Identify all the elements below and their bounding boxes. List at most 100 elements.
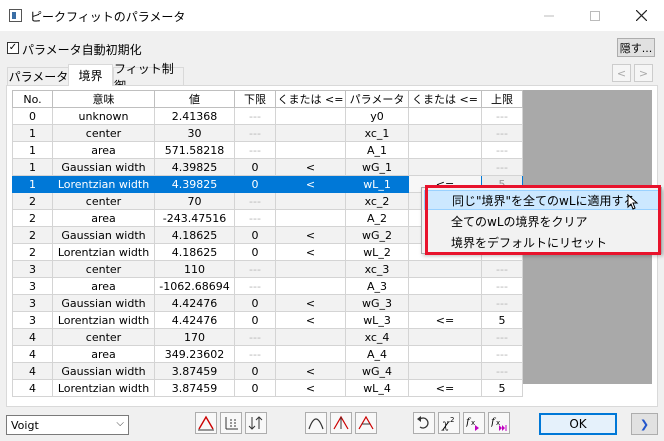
lower-bound-cell[interactable]: 0 bbox=[234, 226, 276, 244]
value-cell[interactable]: 349.23602 bbox=[154, 345, 235, 363]
lower-bound-cell[interactable]: --- bbox=[234, 209, 276, 227]
upper-operator-cell[interactable] bbox=[408, 328, 482, 346]
table-row[interactable]: 4 Gaussian width 3.87459 0 < wG_4 --- bbox=[12, 362, 523, 380]
meaning-cell[interactable]: Lorentzian width bbox=[52, 243, 155, 261]
upper-operator-cell[interactable] bbox=[408, 345, 482, 363]
parameter-cell[interactable]: A_3 bbox=[345, 277, 409, 295]
table-row[interactable]: 0 unknown 2.41368 --- y0 --- bbox=[12, 107, 523, 125]
tab-parameters[interactable]: パラメータ bbox=[7, 67, 70, 85]
lower-operator-cell[interactable] bbox=[275, 260, 346, 278]
value-cell[interactable]: -243.47516 bbox=[154, 209, 235, 227]
upper-bound-cell[interactable]: --- bbox=[481, 294, 523, 312]
meaning-cell[interactable]: center bbox=[52, 192, 155, 210]
row-no-cell[interactable]: 2 bbox=[12, 226, 53, 244]
row-no-cell[interactable]: 0 bbox=[12, 107, 53, 125]
value-cell[interactable]: 4.39825 bbox=[154, 175, 235, 193]
upper-operator-cell[interactable] bbox=[408, 158, 482, 176]
row-no-cell[interactable]: 3 bbox=[12, 294, 53, 312]
lower-operator-cell[interactable] bbox=[275, 209, 346, 227]
lower-bound-cell[interactable]: 0 bbox=[234, 294, 276, 312]
value-cell[interactable]: 3.87459 bbox=[154, 379, 235, 397]
upper-operator-cell[interactable]: <= bbox=[408, 311, 482, 329]
upper-operator-cell[interactable] bbox=[408, 107, 482, 125]
lower-operator-cell[interactable]: < bbox=[275, 294, 346, 312]
value-cell[interactable]: 110 bbox=[154, 260, 235, 278]
parameter-cell[interactable]: A_2 bbox=[345, 209, 409, 227]
parameter-cell[interactable]: xc_2 bbox=[345, 192, 409, 210]
lower-bound-cell[interactable]: --- bbox=[234, 124, 276, 142]
meaning-cell[interactable]: Lorentzian width bbox=[52, 311, 155, 329]
lower-operator-cell[interactable]: < bbox=[275, 175, 346, 193]
upper-operator-cell[interactable] bbox=[408, 141, 482, 159]
upper-bound-cell[interactable]: --- bbox=[481, 345, 523, 363]
value-cell[interactable]: 4.18625 bbox=[154, 226, 235, 244]
parameter-cell[interactable]: A_4 bbox=[345, 345, 409, 363]
table-row[interactable]: 3 Lorentzian width 4.42476 0 < wL_3 <= 5 bbox=[12, 311, 523, 329]
close-button[interactable] bbox=[618, 0, 664, 31]
lower-operator-cell[interactable]: < bbox=[275, 379, 346, 397]
chi-square-button[interactable]: χ2 bbox=[438, 412, 460, 434]
value-cell[interactable]: 70 bbox=[154, 192, 235, 210]
maximize-button[interactable] bbox=[572, 0, 618, 31]
table-row[interactable]: 3 center 110 --- xc_3 --- bbox=[12, 260, 523, 278]
upper-bound-cell[interactable]: --- bbox=[481, 158, 523, 176]
row-no-cell[interactable]: 3 bbox=[12, 260, 53, 278]
baseline-button[interactable] bbox=[220, 412, 242, 434]
value-cell[interactable]: 30 bbox=[154, 124, 235, 142]
peak-shape-button-3[interactable] bbox=[355, 412, 377, 434]
upper-operator-cell[interactable]: <= bbox=[408, 379, 482, 397]
peak-shape-button-1[interactable] bbox=[305, 412, 327, 434]
meaning-cell[interactable]: area bbox=[52, 345, 155, 363]
profile-select[interactable]: Voigt ⌵ bbox=[6, 415, 129, 435]
parameter-cell[interactable]: wG_4 bbox=[345, 362, 409, 380]
row-no-cell[interactable]: 4 bbox=[12, 345, 53, 363]
meaning-cell[interactable]: center bbox=[52, 260, 155, 278]
row-no-cell[interactable]: 1 bbox=[12, 124, 53, 142]
meaning-cell[interactable]: area bbox=[52, 141, 155, 159]
lower-bound-cell[interactable]: --- bbox=[234, 192, 276, 210]
upper-bound-cell[interactable]: 5 bbox=[481, 379, 523, 397]
row-no-cell[interactable]: 3 bbox=[12, 277, 53, 295]
parameter-cell[interactable]: wL_4 bbox=[345, 379, 409, 397]
lower-bound-cell[interactable]: --- bbox=[234, 107, 276, 125]
meaning-cell[interactable]: Gaussian width bbox=[52, 226, 155, 244]
row-no-cell[interactable]: 2 bbox=[12, 209, 53, 227]
tab-next-button[interactable]: > bbox=[634, 64, 653, 82]
table-row[interactable]: 1 center 30 --- xc_1 --- bbox=[12, 124, 523, 142]
table-row[interactable]: 1 Gaussian width 4.39825 0 < wG_1 --- bbox=[12, 158, 523, 176]
parameter-cell[interactable]: wG_3 bbox=[345, 294, 409, 312]
row-no-cell[interactable]: 4 bbox=[12, 328, 53, 346]
row-no-cell[interactable]: 2 bbox=[12, 192, 53, 210]
lower-operator-cell[interactable] bbox=[275, 328, 346, 346]
upper-operator-cell[interactable] bbox=[408, 260, 482, 278]
table-row[interactable]: 4 area 349.23602 --- A_4 --- bbox=[12, 345, 523, 363]
meaning-cell[interactable]: area bbox=[52, 277, 155, 295]
meaning-cell[interactable]: unknown bbox=[52, 107, 155, 125]
lower-bound-cell[interactable]: --- bbox=[234, 277, 276, 295]
value-cell[interactable]: 170 bbox=[154, 328, 235, 346]
row-no-cell[interactable]: 1 bbox=[12, 141, 53, 159]
lower-operator-cell[interactable] bbox=[275, 277, 346, 295]
value-cell[interactable]: 4.42476 bbox=[154, 294, 235, 312]
value-cell[interactable]: 2.41368 bbox=[154, 107, 235, 125]
meaning-cell[interactable]: Gaussian width bbox=[52, 158, 155, 176]
lower-operator-cell[interactable] bbox=[275, 141, 346, 159]
undo-button[interactable] bbox=[413, 412, 435, 434]
lower-bound-cell[interactable]: 0 bbox=[234, 362, 276, 380]
upper-bound-cell[interactable]: --- bbox=[481, 124, 523, 142]
lower-bound-cell[interactable]: --- bbox=[234, 141, 276, 159]
parameter-cell[interactable]: wG_2 bbox=[345, 226, 409, 244]
sort-peaks-button[interactable] bbox=[245, 412, 267, 434]
tab-fit-control[interactable]: フィット制御 bbox=[113, 62, 184, 93]
lower-operator-cell[interactable] bbox=[275, 345, 346, 363]
parameter-cell[interactable]: wL_2 bbox=[345, 243, 409, 261]
parameter-cell[interactable]: xc_1 bbox=[345, 124, 409, 142]
lower-bound-cell[interactable]: 0 bbox=[234, 243, 276, 261]
parameter-cell[interactable]: xc_3 bbox=[345, 260, 409, 278]
value-cell[interactable]: 571.58218 bbox=[154, 141, 235, 159]
parameter-cell[interactable]: y0 bbox=[345, 107, 409, 125]
lower-operator-cell[interactable] bbox=[275, 107, 346, 125]
auto-init-checkbox[interactable]: ✓ bbox=[7, 42, 19, 54]
lower-operator-cell[interactable]: < bbox=[275, 362, 346, 380]
value-cell[interactable]: -1062.68694 bbox=[154, 277, 235, 295]
